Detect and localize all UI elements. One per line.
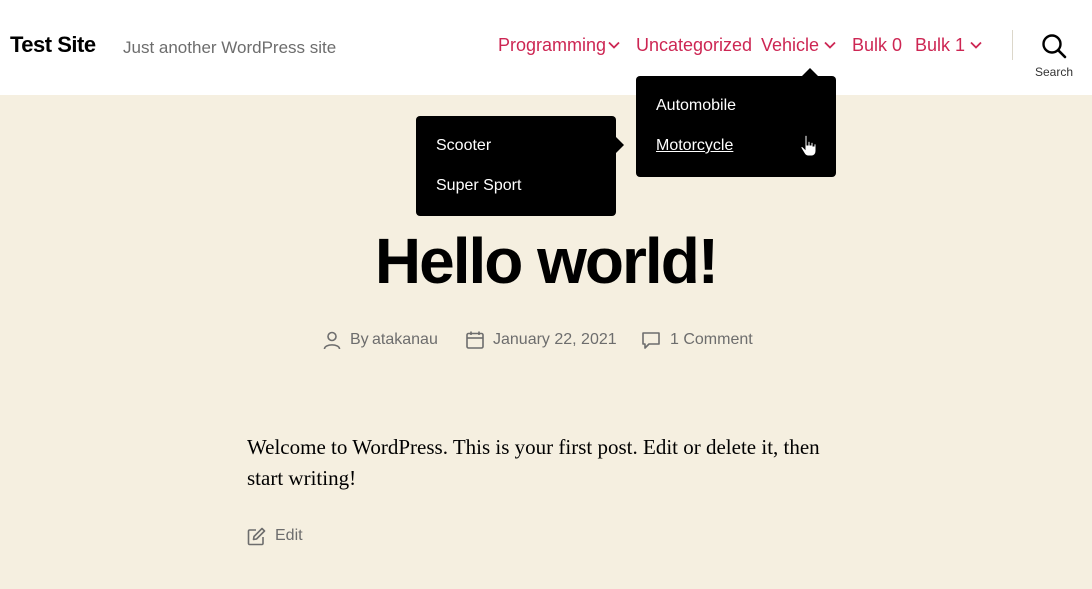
nav-item-bulk-1[interactable]: Bulk 1 <box>915 34 965 56</box>
post-author-meta: By atakanau <box>322 330 452 352</box>
submenu-arrow <box>802 68 818 76</box>
site-description: Just another WordPress site <box>123 38 337 57</box>
chevron-down-icon[interactable] <box>823 38 837 52</box>
post-title: Hello world! <box>374 225 719 297</box>
chevron-down-icon[interactable] <box>607 38 621 52</box>
site-header: Test Site Just another WordPress site Pr… <box>0 0 1092 95</box>
nav-item-label: Uncategorized <box>636 35 753 55</box>
post-date-meta: January 22, 2021 <box>465 330 625 352</box>
site-title-link[interactable]: Test Site <box>10 32 96 58</box>
nav-item-label: Bulk 0 <box>852 35 903 55</box>
author-prefix: By <box>350 331 369 348</box>
nav-item-bulk-0[interactable]: Bulk 0 <box>852 34 902 56</box>
submenu-item-scooter[interactable]: Scooter <box>436 137 491 155</box>
author-link[interactable]: atakanau <box>372 331 438 349</box>
submenu-item-automobile[interactable]: Automobile <box>656 97 736 115</box>
submenu-item-motorcycle[interactable]: Motorcycle <box>656 137 733 155</box>
nav-item-label: Programming <box>498 35 607 55</box>
submenu-arrow <box>616 137 624 153</box>
post-date-link[interactable]: January 22, 2021 <box>493 331 617 349</box>
nav-item-label: Bulk 1 <box>915 35 966 55</box>
edit-icon <box>247 527 266 546</box>
search-icon <box>1041 33 1067 59</box>
hand-pointer-cursor-icon <box>799 134 821 160</box>
nav-item-label: Vehicle <box>761 35 820 55</box>
comments-link[interactable]: 1 Comment <box>670 331 753 349</box>
search-label: Search <box>1034 65 1074 79</box>
chevron-down-icon[interactable] <box>969 38 983 52</box>
edit-label: Edit <box>275 527 303 544</box>
user-icon <box>322 330 342 350</box>
nav-item-uncategorized[interactable]: Uncategorized <box>636 34 752 56</box>
header-divider <box>1012 30 1013 60</box>
post-comments-meta: 1 Comment <box>641 330 771 352</box>
motorcycle-submenu: Scooter Super Sport <box>416 116 624 216</box>
vehicle-submenu: Automobile Motorcycle <box>636 68 836 177</box>
submenu-item-super-sport[interactable]: Super Sport <box>436 177 521 195</box>
nav-item-programming[interactable]: Programming <box>498 34 606 56</box>
nav-item-vehicle[interactable]: Vehicle <box>761 34 819 56</box>
calendar-icon <box>465 330 485 350</box>
post-content: Welcome to WordPress. This is your first… <box>247 435 820 490</box>
search-toggle-button[interactable]: Search <box>1028 30 1080 82</box>
comment-icon <box>641 330 661 350</box>
